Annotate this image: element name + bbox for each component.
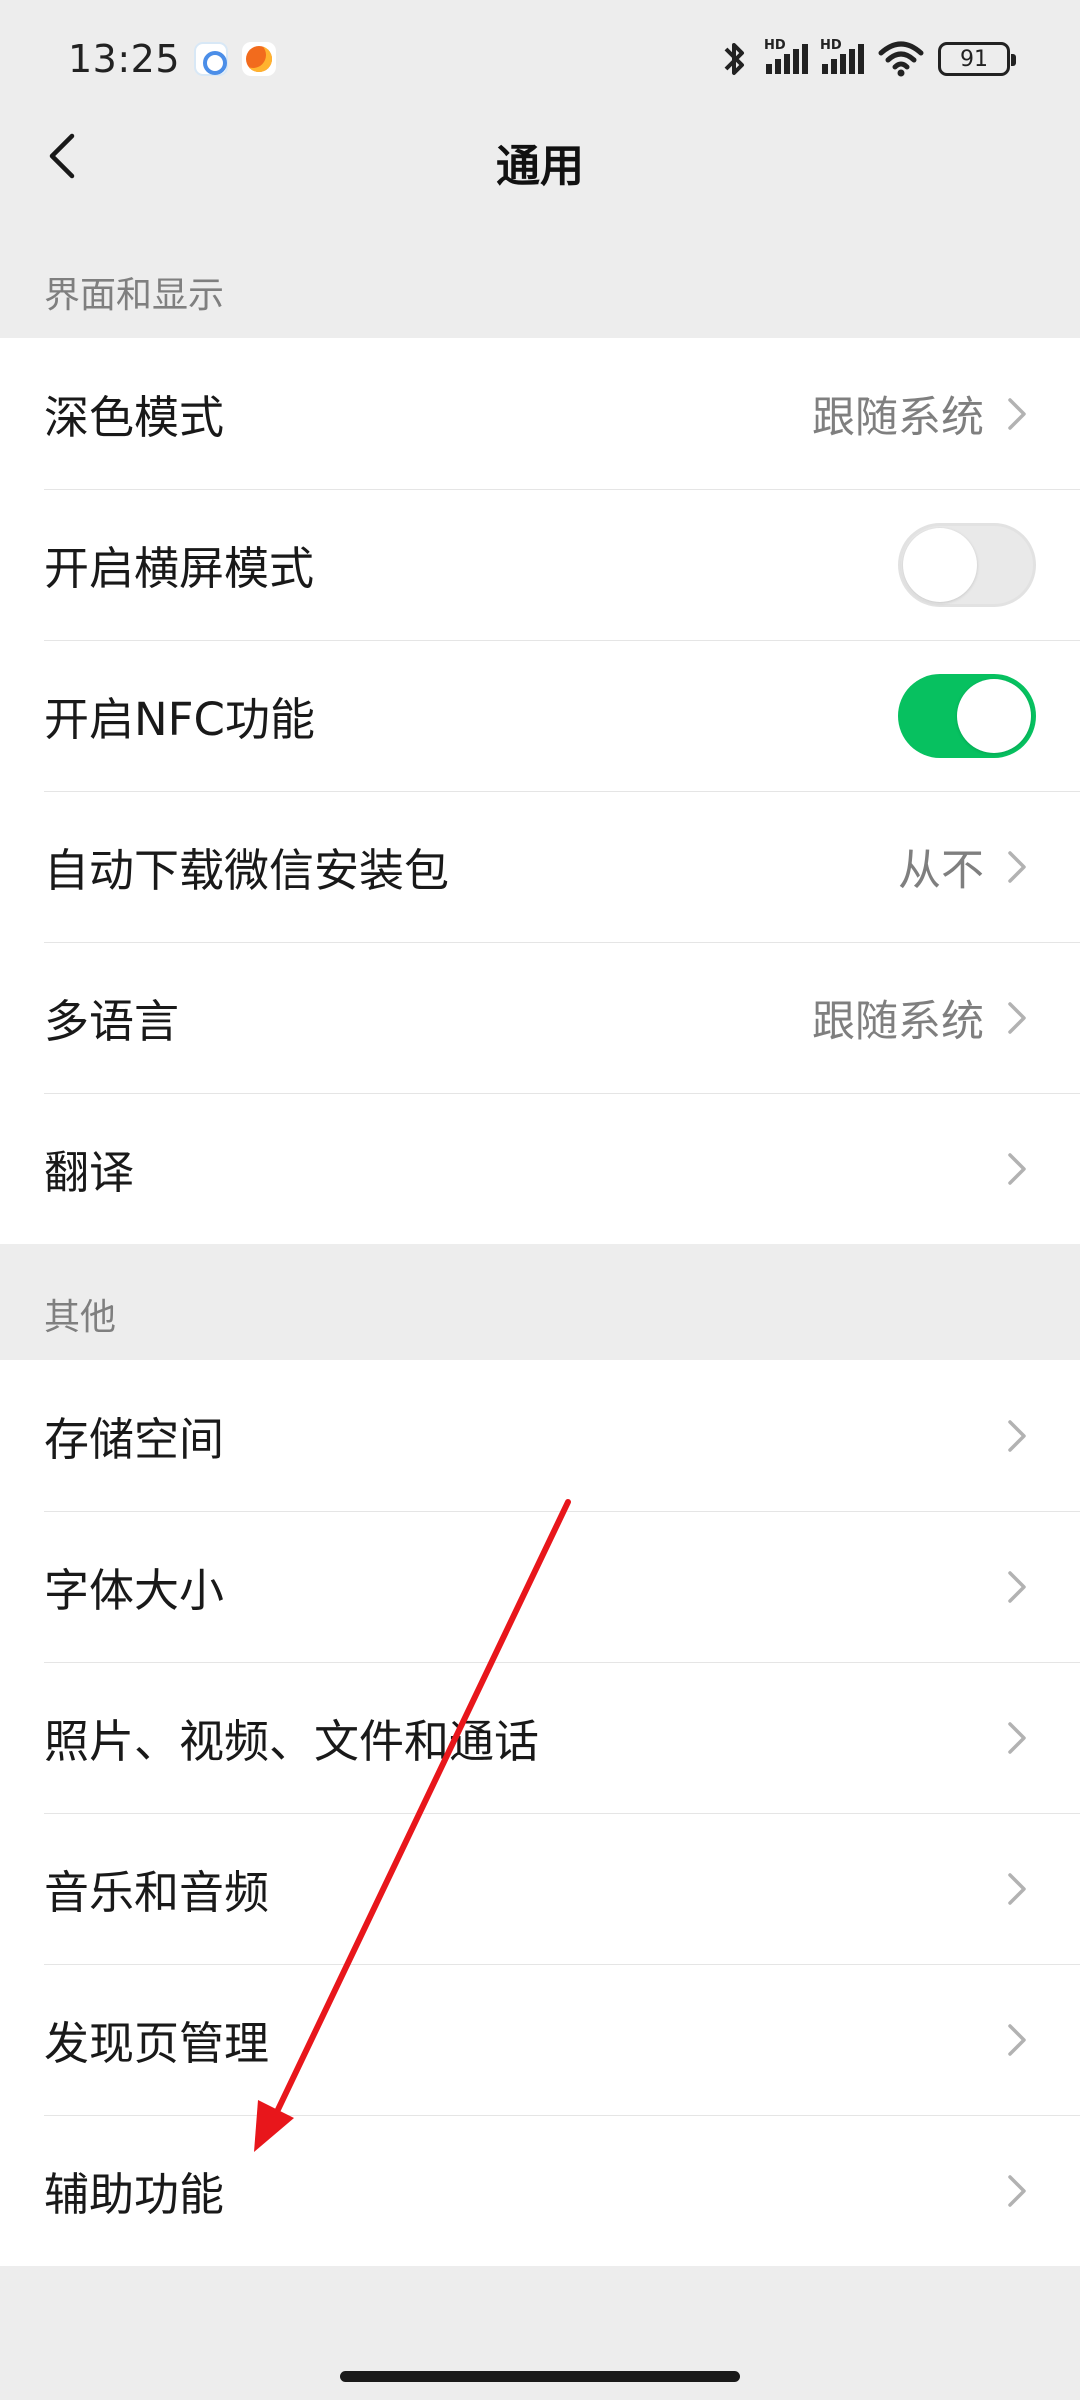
accessibility-row[interactable]: 辅助功能 bbox=[0, 2115, 1080, 2266]
row-label: 字体大小 bbox=[44, 1564, 225, 1617]
wifi-icon bbox=[878, 41, 924, 77]
chevron-right-icon bbox=[1008, 1001, 1026, 1034]
orange-app-icon bbox=[242, 42, 277, 76]
chevron-right-icon bbox=[1008, 2174, 1026, 2207]
page-title: 通用 bbox=[496, 141, 584, 192]
nfc-row: 开启NFC功能 bbox=[0, 640, 1080, 791]
landscape-mode-row: 开启横屏模式 bbox=[0, 489, 1080, 640]
assistant-app-icon bbox=[194, 42, 229, 76]
home-indicator[interactable] bbox=[340, 2371, 740, 2382]
row-label: 多语言 bbox=[44, 995, 180, 1048]
signal-strength-1-icon: HD bbox=[764, 38, 808, 74]
row-label: 音乐和音频 bbox=[44, 1866, 270, 1919]
media-files-calls-row[interactable]: 照片、视频、文件和通话 bbox=[0, 1662, 1080, 1813]
nfc-toggle[interactable] bbox=[898, 673, 1036, 758]
section-header-other: 其他 bbox=[44, 1297, 117, 1338]
row-value: 跟随系统 bbox=[812, 996, 984, 1047]
translate-row[interactable]: 翻译 bbox=[0, 1093, 1080, 1244]
bluetooth-icon bbox=[724, 43, 744, 75]
row-label: 深色模式 bbox=[44, 391, 225, 444]
row-label: 自动下载微信安装包 bbox=[44, 844, 450, 897]
chevron-right-icon bbox=[1008, 1152, 1026, 1185]
settings-group-display: 深色模式 跟随系统 开启横屏模式 开启NFC功能 自动下载微信安装包 从不 多语… bbox=[0, 338, 1080, 1244]
status-time: 13:25 bbox=[68, 37, 181, 81]
font-size-row[interactable]: 字体大小 bbox=[0, 1511, 1080, 1662]
chevron-right-icon bbox=[1008, 1872, 1026, 1905]
battery-level: 91 bbox=[960, 46, 988, 72]
row-label: 存储空间 bbox=[44, 1413, 225, 1466]
row-label: 辅助功能 bbox=[44, 2168, 225, 2221]
row-value: 从不 bbox=[898, 845, 984, 896]
chevron-right-icon bbox=[1008, 1419, 1026, 1452]
music-audio-row[interactable]: 音乐和音频 bbox=[0, 1813, 1080, 1964]
navigation-bar: 通用 bbox=[0, 118, 1080, 194]
language-row[interactable]: 多语言 跟随系统 bbox=[0, 942, 1080, 1093]
section-header-display: 界面和显示 bbox=[44, 275, 225, 316]
dark-mode-row[interactable]: 深色模式 跟随系统 bbox=[0, 338, 1080, 489]
signal-strength-2-icon: HD bbox=[820, 38, 864, 74]
settings-group-other: 存储空间 字体大小 照片、视频、文件和通话 音乐和音频 发现页管理 辅助功能 bbox=[0, 1360, 1080, 2266]
landscape-mode-toggle[interactable] bbox=[898, 522, 1036, 607]
chevron-right-icon bbox=[1008, 2023, 1026, 2056]
battery-indicator: 91 bbox=[938, 42, 1016, 76]
row-label: 照片、视频、文件和通话 bbox=[44, 1715, 540, 1768]
row-label: 发现页管理 bbox=[44, 2017, 270, 2070]
chevron-right-icon bbox=[1008, 1570, 1026, 1603]
row-label: 翻译 bbox=[44, 1146, 135, 1199]
row-value: 跟随系统 bbox=[812, 392, 984, 443]
chevron-right-icon bbox=[1008, 397, 1026, 430]
chevron-right-icon bbox=[1008, 850, 1026, 883]
auto-download-row[interactable]: 自动下载微信安装包 从不 bbox=[0, 791, 1080, 942]
storage-row[interactable]: 存储空间 bbox=[0, 1360, 1080, 1511]
discover-management-row[interactable]: 发现页管理 bbox=[0, 1964, 1080, 2115]
row-label: 开启NFC功能 bbox=[44, 693, 315, 746]
row-label: 开启横屏模式 bbox=[44, 542, 315, 595]
chevron-right-icon bbox=[1008, 1721, 1026, 1754]
status-bar: 13:25 HD HD 91 bbox=[0, 0, 1080, 118]
